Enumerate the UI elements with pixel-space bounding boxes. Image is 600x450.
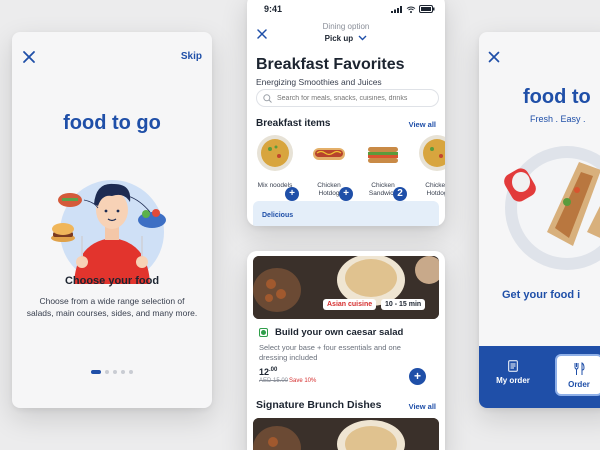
add-item-button[interactable]: +	[285, 187, 299, 201]
discount-label: Save 10%	[289, 378, 317, 384]
search-bar[interactable]	[256, 89, 439, 107]
pagination-dots[interactable]	[12, 370, 212, 374]
section-title: Signature Brunch Dishes	[256, 399, 382, 411]
status-time: 9:41	[264, 4, 283, 14]
signal-icon	[391, 5, 402, 13]
dish-title: Build your own caesar salad	[275, 327, 404, 338]
chevron-down-icon	[358, 35, 367, 41]
onboarding-heading: Choose your food	[64, 275, 160, 287]
search-icon	[263, 93, 272, 103]
breakfast-items-list: + Mix noodels + Chicken Hotdog 2 Chicken…	[253, 134, 445, 201]
add-item-button[interactable]: +	[339, 187, 353, 201]
view-all-link[interactable]: View all	[409, 120, 436, 129]
food-item[interactable]: + Chicken Hotdog	[415, 134, 445, 198]
close-icon[interactable]	[488, 51, 500, 63]
prep-time-tag: 10 - 15 min	[381, 299, 426, 310]
noodles-image	[419, 135, 445, 171]
promo-label: Delicious	[262, 212, 294, 219]
dining-option-label: Dining option	[322, 22, 370, 31]
old-price: AED 15.00	[259, 378, 289, 384]
onboarding-description: Choose from a wide range selection of sa…	[26, 296, 198, 318]
food-item[interactable]: + Mix noodels	[253, 134, 299, 201]
price-main: 12	[259, 367, 270, 377]
page-title: Breakfast Favorites	[256, 56, 405, 73]
food-item[interactable]: + Chicken Hotdog	[307, 134, 353, 201]
pagination-dot-active[interactable]	[91, 370, 101, 374]
receipt-icon	[508, 360, 518, 372]
wifi-icon	[406, 6, 416, 13]
noodles-image	[257, 135, 293, 171]
cutlery-icon	[574, 362, 585, 375]
tab-order[interactable]: Order	[555, 354, 600, 396]
skip-button[interactable]: Skip	[181, 51, 202, 62]
dish-list-screen: Asian cuisine 10 - 15 min Build your own…	[247, 251, 445, 450]
cta-heading: Get your food i	[502, 289, 581, 301]
close-icon[interactable]	[22, 50, 36, 64]
pagination-dot[interactable]	[129, 370, 133, 374]
search-input[interactable]	[277, 94, 437, 102]
promo-banner[interactable]: Delicious	[253, 201, 439, 226]
dining-option-value: Pick up	[324, 34, 354, 43]
veg-indicator-icon	[259, 328, 268, 337]
dish-price: 12.00	[259, 367, 277, 377]
brand-logo: food to go	[63, 112, 161, 134]
section-title: Breakfast items	[256, 118, 331, 129]
sandwich-image	[368, 147, 398, 163]
battery-icon	[419, 5, 435, 13]
price-decimal: .00	[269, 367, 278, 373]
splash-screen: food to Fresh . Easy . Get your food i M…	[479, 32, 600, 408]
brand-logo: food to	[523, 86, 591, 108]
tab-label: Order	[568, 380, 590, 389]
view-all-link[interactable]: View all	[409, 402, 436, 411]
food-item-name: Chicken Hotdog	[425, 182, 445, 197]
brunch-dish-image	[253, 418, 439, 450]
page-subtitle: Energizing Smoothies and Juices	[256, 77, 382, 87]
person-eating-illustration	[51, 180, 166, 284]
item-quantity-badge[interactable]: 2	[393, 187, 407, 201]
tab-my-order[interactable]: My order	[489, 354, 537, 396]
tab-label: My order	[496, 376, 530, 385]
status-bar: 9:41	[247, 4, 445, 16]
dining-option-select[interactable]: Pick up	[247, 34, 445, 43]
cuisine-tag: Asian cuisine	[323, 299, 377, 310]
menu-screen: 9:41 Dining option Pick up Breakfast Fav…	[247, 0, 445, 226]
pagination-dot[interactable]	[105, 370, 109, 374]
hotdog-image	[313, 148, 345, 160]
onboarding-screen: Skip food to go Choose your food Choose …	[12, 32, 212, 408]
brand-tagline: Fresh . Easy .	[530, 114, 586, 124]
add-dish-button[interactable]: +	[409, 368, 426, 385]
wrap-plate-image	[504, 146, 600, 270]
pagination-dot[interactable]	[121, 370, 125, 374]
food-item[interactable]: 2 Chicken Sandwich	[361, 134, 407, 201]
dish-description: Select your base + four essentials and o…	[259, 343, 401, 362]
pagination-dot[interactable]	[113, 370, 117, 374]
